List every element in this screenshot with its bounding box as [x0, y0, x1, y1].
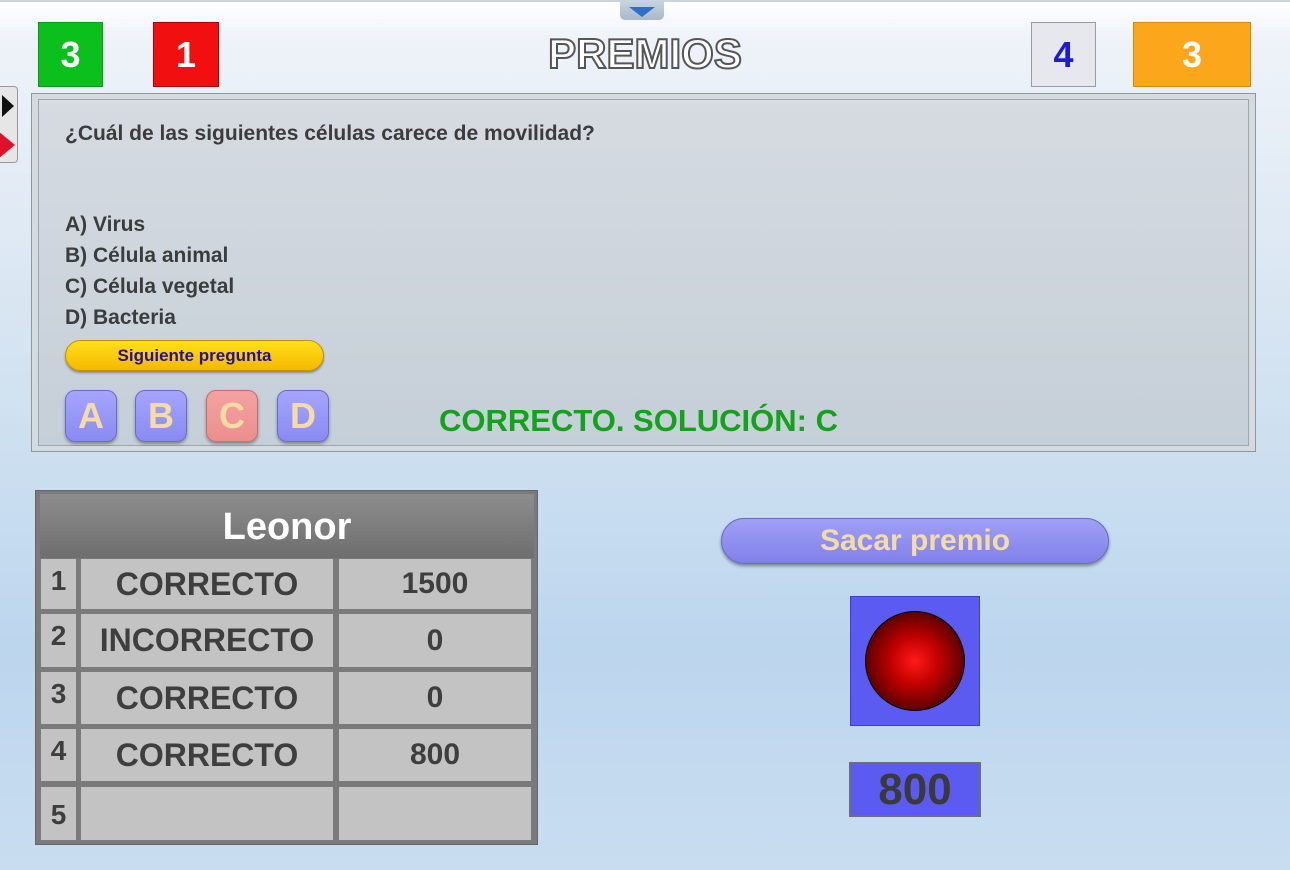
- player-score-table: Leonor 1 CORRECTO 1500 2 INCORRECTO 0 3 …: [35, 490, 538, 845]
- option-c-text: C) Célula vegetal: [65, 275, 235, 298]
- row-status: INCORRECTO: [81, 614, 333, 667]
- row-status: [81, 787, 333, 840]
- option-d-text: D) Bacteria: [65, 306, 176, 329]
- row-number: 3: [41, 672, 76, 724]
- next-question-button[interactable]: Siguiente pregunta: [65, 340, 324, 371]
- row-points: 1500: [339, 559, 531, 609]
- answer-d-button[interactable]: D: [277, 390, 329, 442]
- question-text: ¿Cuál de las siguientes células carece d…: [65, 122, 595, 145]
- score-box-orange: 3: [1133, 22, 1251, 87]
- score-box-question-number: 4: [1031, 22, 1096, 87]
- prize-indicator: [850, 596, 980, 726]
- row-status: CORRECTO: [81, 559, 333, 609]
- question-panel: ¿Cuál de las siguientes células carece d…: [31, 93, 1256, 452]
- row-points: [339, 787, 531, 840]
- row-points: 0: [339, 672, 531, 724]
- chevron-down-icon: [629, 7, 655, 17]
- row-points: 800: [339, 729, 531, 781]
- prize-value: 800: [849, 762, 981, 817]
- side-menu-tab[interactable]: [0, 86, 18, 163]
- row-status: CORRECTO: [81, 672, 333, 724]
- option-b-text: B) Célula animal: [65, 244, 229, 267]
- draw-prize-button[interactable]: Sacar premio: [721, 518, 1109, 564]
- score-box-green: 3: [38, 22, 103, 87]
- row-status: CORRECTO: [81, 729, 333, 781]
- red-arrow-icon[interactable]: [0, 131, 15, 159]
- row-number: 1: [41, 559, 76, 609]
- question-inner-panel: ¿Cuál de las siguientes células carece d…: [38, 99, 1249, 446]
- page-title: PREMIOS: [547, 29, 743, 78]
- answer-b-button[interactable]: B: [135, 390, 187, 442]
- option-a-text: A) Virus: [65, 213, 146, 236]
- score-box-red: 1: [153, 22, 219, 87]
- answer-a-button[interactable]: A: [65, 390, 117, 442]
- row-points: 0: [339, 614, 531, 667]
- player-name: Leonor: [40, 494, 534, 558]
- answer-c-button[interactable]: C: [206, 390, 258, 442]
- collapse-toolbar-tab[interactable]: [620, 0, 664, 20]
- play-arrow-icon[interactable]: [2, 95, 14, 117]
- red-light-icon: [865, 611, 965, 711]
- row-number: 4: [41, 729, 76, 781]
- result-message: CORRECTO. SOLUCIÓN: C: [439, 403, 838, 438]
- row-number: 2: [41, 614, 76, 667]
- row-number: 5: [41, 787, 76, 840]
